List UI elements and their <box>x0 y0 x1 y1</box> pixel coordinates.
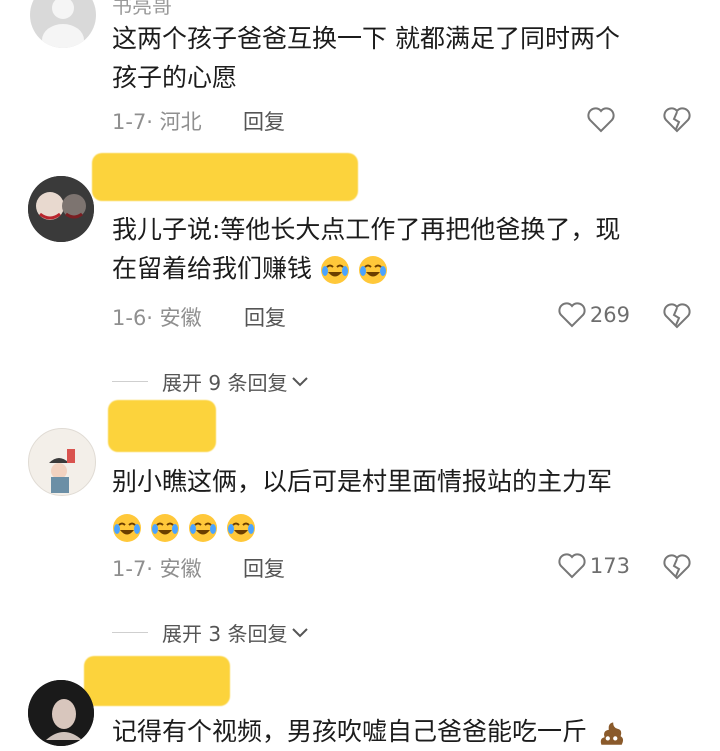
username[interactable]: 书亮哥 <box>112 0 172 19</box>
comment-line: 在留着给我们赚钱 <box>112 254 313 283</box>
default-avatar-icon <box>42 0 84 48</box>
date-location: 1-6· 安徽 <box>112 306 202 330</box>
broken-heart-icon[interactable] <box>663 554 691 580</box>
date-location: 1-7· 安徽 <box>112 557 202 581</box>
reply-button[interactable]: 回复 <box>244 302 286 332</box>
comment-text: 这两个孩子爸爸互换一下 就都满足了同时两个 孩子的心愿 <box>112 19 620 97</box>
avatar-photo <box>28 176 94 242</box>
avatar-illustration <box>49 449 75 493</box>
poop-emoji <box>600 722 624 745</box>
heart-icon <box>558 302 586 328</box>
expand-replies-button[interactable]: 展开 3 条回复 <box>112 618 309 647</box>
avatar[interactable] <box>28 428 96 496</box>
comment-line-wrap: 在留着给我们赚钱 <box>112 249 620 288</box>
expand-replies-button[interactable]: 展开 9 条回复 <box>112 367 309 396</box>
reply-button[interactable]: 回复 <box>243 553 285 583</box>
avatar[interactable] <box>28 680 94 746</box>
comment-line: 记得有个视频，男孩吹嘘自己爸爸能吃一斤 <box>112 717 588 746</box>
broken-heart-icon[interactable] <box>663 107 691 133</box>
username-redaction <box>108 400 216 452</box>
date-location: 1-7· 河北 <box>112 110 202 134</box>
chevron-down-icon <box>292 376 309 386</box>
laughing-crying-emoji <box>113 514 141 542</box>
heart-icon <box>558 553 586 579</box>
chevron-down-icon <box>292 627 309 637</box>
laughing-crying-emoji <box>188 514 217 542</box>
laughing-crying-emoji <box>150 514 179 542</box>
avatar[interactable] <box>30 0 96 48</box>
emoji-row <box>112 507 612 546</box>
comment-text: 记得有个视频，男孩吹嘘自己爸爸能吃一斤 <box>112 712 627 751</box>
divider-line <box>112 632 148 633</box>
expand-label: 展开 3 条回复 <box>162 622 288 646</box>
broken-heart-icon[interactable] <box>663 303 691 329</box>
comment-text: 我儿子说:等他长大点工作了再把他爸换了，现 在留着给我们赚钱 <box>112 210 620 288</box>
heart-icon[interactable] <box>587 107 615 133</box>
reply-button[interactable]: 回复 <box>243 106 285 136</box>
laughing-crying-emoji <box>320 256 349 284</box>
expand-label: 展开 9 条回复 <box>162 371 288 395</box>
avatar[interactable] <box>28 176 94 242</box>
comment-line: 孩子的心愿 <box>112 63 238 92</box>
username-redaction <box>84 656 230 706</box>
like-button[interactable]: 269 <box>558 302 630 328</box>
comment-line: 我儿子说:等他长大点工作了再把他爸换了，现 <box>112 215 621 244</box>
like-count: 173 <box>589 554 630 578</box>
avatar-photo <box>28 680 94 746</box>
comment-text: 别小瞧这俩，以后可是村里面情报站的主力军 <box>112 462 612 546</box>
laughing-crying-emoji <box>358 256 387 284</box>
comment-line: 别小瞧这俩，以后可是村里面情报站的主力军 <box>112 467 613 496</box>
username-redaction <box>92 153 358 201</box>
laughing-crying-emoji <box>226 514 255 542</box>
like-button[interactable]: 173 <box>558 553 630 579</box>
comment-line: 这两个孩子爸爸互换一下 就都满足了同时两个 <box>112 24 620 53</box>
divider-line <box>112 381 148 382</box>
like-count: 269 <box>589 303 630 327</box>
